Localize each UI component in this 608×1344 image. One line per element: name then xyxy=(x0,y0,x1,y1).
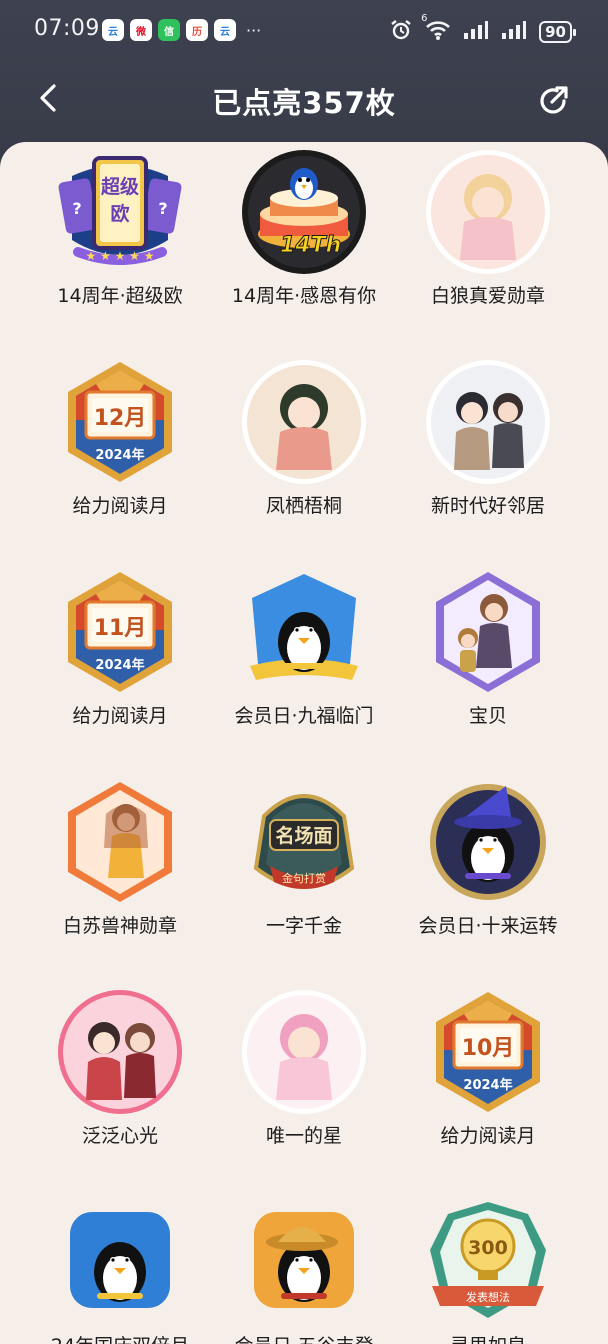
month-text: 10月 xyxy=(462,1036,515,1061)
badge-line1: 300 xyxy=(468,1237,508,1259)
page-title: 已点亮357枚 xyxy=(212,86,396,120)
wifi-generation: 6 xyxy=(421,13,428,24)
badge-label: 给力阅读月 xyxy=(72,705,168,727)
nav-bar: 已点亮357枚 xyxy=(0,62,608,140)
badge-label: 24年国庆双倍月票 xyxy=(45,1334,195,1344)
badge-image: 11月 2024年 xyxy=(56,568,184,696)
badge-14th-super-lucky[interactable]: ? ? 超级 欧 ★ ★ ★ ★ ★ 14周年·超级欧 xyxy=(28,148,212,358)
badge-line2: 金句打赏 xyxy=(282,871,326,885)
badge-label: 14周年·感恩有你 xyxy=(231,285,377,307)
badge-image xyxy=(56,988,184,1116)
badge-label: 唯一的星 xyxy=(265,1125,342,1147)
badge-good-neighbor[interactable]: 新时代好邻居 xyxy=(396,358,580,568)
year-text: 2024年 xyxy=(95,657,144,673)
badge-member-harvest[interactable]: 会员日·五谷丰登 xyxy=(212,1198,396,1344)
badge-image xyxy=(424,568,552,696)
status-bar: 07:09 云微信历云 ··· 6 90 xyxy=(0,0,608,62)
svg-text:?: ? xyxy=(158,199,167,218)
badge-label: 宝贝 xyxy=(468,705,507,727)
badge-reading-month-dec[interactable]: 12月 2024年 给力阅读月 xyxy=(28,358,212,568)
more-notifications-icon: ··· xyxy=(246,20,262,40)
weibo-icon: 微 xyxy=(130,19,152,41)
badge-heart-light[interactable]: 泛泛心光 xyxy=(28,988,212,1198)
badge-image xyxy=(424,148,552,276)
badge-phoenix[interactable]: 凤栖梧桐 xyxy=(212,358,396,568)
badge-only-star[interactable]: 唯一的星 xyxy=(212,988,396,1198)
share-button[interactable] xyxy=(534,82,572,120)
battery-indicator: 90 xyxy=(539,21,576,43)
badge-image: ? ? 超级 欧 ★ ★ ★ ★ ★ xyxy=(56,148,184,276)
badge-image: 10月 2024年 xyxy=(424,988,552,1116)
weather-app-icon-2: 云 xyxy=(214,19,236,41)
status-time: 07:09 xyxy=(34,16,100,41)
badge-reading-month-oct[interactable]: 10月 2024年 给力阅读月 xyxy=(396,988,580,1198)
badge-image xyxy=(424,778,552,906)
badge-image xyxy=(240,358,368,486)
badge-label: 白狼真爱勋章 xyxy=(430,285,545,307)
badge-image: 名场面 金句打赏 xyxy=(240,778,368,906)
badge-sheet: ? ? 超级 欧 ★ ★ ★ ★ ★ 14周年·超级欧 14Th 14周年·感恩… xyxy=(0,142,608,1344)
badge-line2: 欧 xyxy=(110,202,129,225)
badge-image xyxy=(240,988,368,1116)
badge-member-nine-blessings[interactable]: 会员日·九福临门 xyxy=(212,568,396,778)
svg-text:★ ★ ★ ★ ★: ★ ★ ★ ★ ★ xyxy=(85,249,154,263)
status-indicators: 6 90 xyxy=(389,13,576,46)
share-icon xyxy=(534,86,572,124)
badge-image: 12月 2024年 xyxy=(56,358,184,486)
badge-label: 14周年·超级欧 xyxy=(57,285,183,307)
svg-text:?: ? xyxy=(72,199,81,218)
year-text: 2024年 xyxy=(95,447,144,463)
badge-label: 新时代好邻居 xyxy=(430,495,545,517)
status-app-icons: 云微信历云 ··· xyxy=(102,19,261,41)
badge-14th-thanks[interactable]: 14Th 14周年·感恩有你 xyxy=(212,148,396,358)
badge-line2: 发表想法 xyxy=(466,1290,510,1304)
badge-label: 灵思如泉 xyxy=(413,1334,563,1344)
signal-icon-1 xyxy=(463,20,489,44)
badge-image xyxy=(56,1198,184,1326)
badge-national-day[interactable]: 24年国庆双倍月票 xyxy=(28,1198,212,1344)
calendar-icon: 历 xyxy=(186,19,208,41)
badge-line1: 名场面 xyxy=(275,824,332,847)
badge-reading-month-nov[interactable]: 11月 2024年 给力阅读月 xyxy=(28,568,212,778)
badge-label: 会员日·五谷丰登 xyxy=(229,1334,379,1344)
weather-app-icon: 云 xyxy=(102,19,124,41)
alarm-icon xyxy=(389,18,413,46)
month-text: 12月 xyxy=(94,406,147,431)
badge-label: 泛泛心光 xyxy=(81,1125,158,1147)
year-text: 2024年 xyxy=(463,1077,512,1093)
signal-icon-2 xyxy=(501,20,527,44)
wifi-icon: 6 xyxy=(421,13,451,45)
month-text: 11月 xyxy=(94,616,147,641)
badge-member-ten-luck[interactable]: 会员日·十来运转 xyxy=(396,778,580,988)
badge-image xyxy=(240,1198,368,1326)
badge-label: 白苏兽神勋章 xyxy=(62,915,177,937)
badge-inspiration[interactable]: 300 发表想法 灵思如泉 xyxy=(396,1198,580,1344)
badge-one-word[interactable]: 名场面 金句打赏 一字千金 xyxy=(212,778,396,988)
badge-white-wolf[interactable]: 白狼真爱勋章 xyxy=(396,148,580,358)
badge-image: 14Th xyxy=(240,148,368,276)
badge-grid: ? ? 超级 欧 ★ ★ ★ ★ ★ 14周年·超级欧 14Th 14周年·感恩… xyxy=(0,148,608,1344)
badge-baby[interactable]: 宝贝 xyxy=(396,568,580,778)
badge-image xyxy=(424,358,552,486)
badge-label: 会员日·十来运转 xyxy=(418,915,558,937)
badge-image xyxy=(56,778,184,906)
badge-label: 给力阅读月 xyxy=(440,1125,536,1147)
badge-baisu[interactable]: 白苏兽神勋章 xyxy=(28,778,212,988)
wechat-icon: 信 xyxy=(158,19,180,41)
badge-image: 300 发表想法 xyxy=(424,1198,552,1326)
badge-label: 会员日·九福临门 xyxy=(234,705,374,727)
badge-label: 给力阅读月 xyxy=(72,495,168,517)
badge-line1: 14Th xyxy=(280,233,341,258)
badge-label: 一字千金 xyxy=(265,915,342,937)
badge-line1: 超级 xyxy=(100,175,139,198)
badge-label: 凤栖梧桐 xyxy=(265,495,342,517)
badge-image xyxy=(240,568,368,696)
